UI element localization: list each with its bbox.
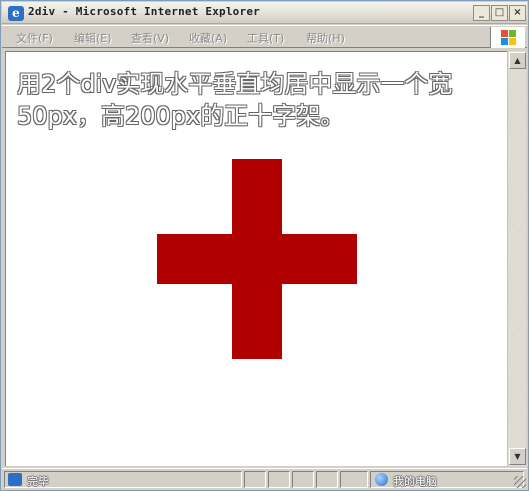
- page-icon: [8, 473, 22, 486]
- menu-edit[interactable]: 编辑(E): [74, 30, 112, 46]
- status-text: 完毕: [27, 475, 49, 488]
- minimize-button[interactable]: _: [473, 5, 490, 21]
- menu-view[interactable]: 查看(V): [131, 30, 169, 46]
- status-cell: [316, 471, 338, 488]
- scroll-down-arrow-icon[interactable]: ▼: [509, 448, 526, 465]
- ie-icon: e: [8, 6, 24, 21]
- status-cell: [244, 471, 266, 488]
- my-computer-icon: [375, 473, 388, 486]
- maximize-button[interactable]: □: [491, 5, 508, 21]
- menu-help[interactable]: 帮助(H): [306, 30, 345, 46]
- status-cell: [340, 471, 368, 488]
- resize-grip-icon[interactable]: [514, 476, 526, 488]
- zone-cell: 我的电脑: [370, 471, 524, 488]
- status-bar: 完毕 我的电脑: [2, 468, 527, 489]
- page-heading: 用2个div实现水平垂直均居中显示一个宽50px，高200px的正十字架。: [17, 70, 453, 130]
- window-title: 2div - Microsoft Internet Explorer: [28, 5, 260, 18]
- status-cell: [292, 471, 314, 488]
- scroll-up-arrow-icon[interactable]: ▲: [509, 52, 526, 69]
- windows-logo-throbber: [490, 27, 525, 48]
- vertical-scrollbar[interactable]: ▲ ▼: [507, 51, 526, 466]
- zone-text: 我的电脑: [393, 475, 437, 488]
- title-bar[interactable]: e 2div - Microsoft Internet Explorer _ □…: [2, 2, 527, 24]
- menu-file[interactable]: 文件(F): [16, 30, 53, 46]
- browser-window: e 2div - Microsoft Internet Explorer _ □…: [0, 0, 529, 491]
- menu-tools[interactable]: 工具(T): [247, 30, 284, 46]
- status-cell: [268, 471, 290, 488]
- page-viewport: 用2个div实现水平垂直均居中显示一个宽50px，高200px的正十字架。: [5, 51, 507, 466]
- windows-flag-icon: [501, 30, 517, 45]
- menu-favorites[interactable]: 收藏(A): [189, 30, 227, 46]
- cross-horizontal-div: [157, 234, 357, 284]
- close-button[interactable]: ×: [509, 5, 526, 21]
- status-text-cell: 完毕: [4, 471, 242, 488]
- menu-bar: 文件(F) 编辑(E) 查看(V) 收藏(A) 工具(T) 帮助(H): [2, 25, 527, 48]
